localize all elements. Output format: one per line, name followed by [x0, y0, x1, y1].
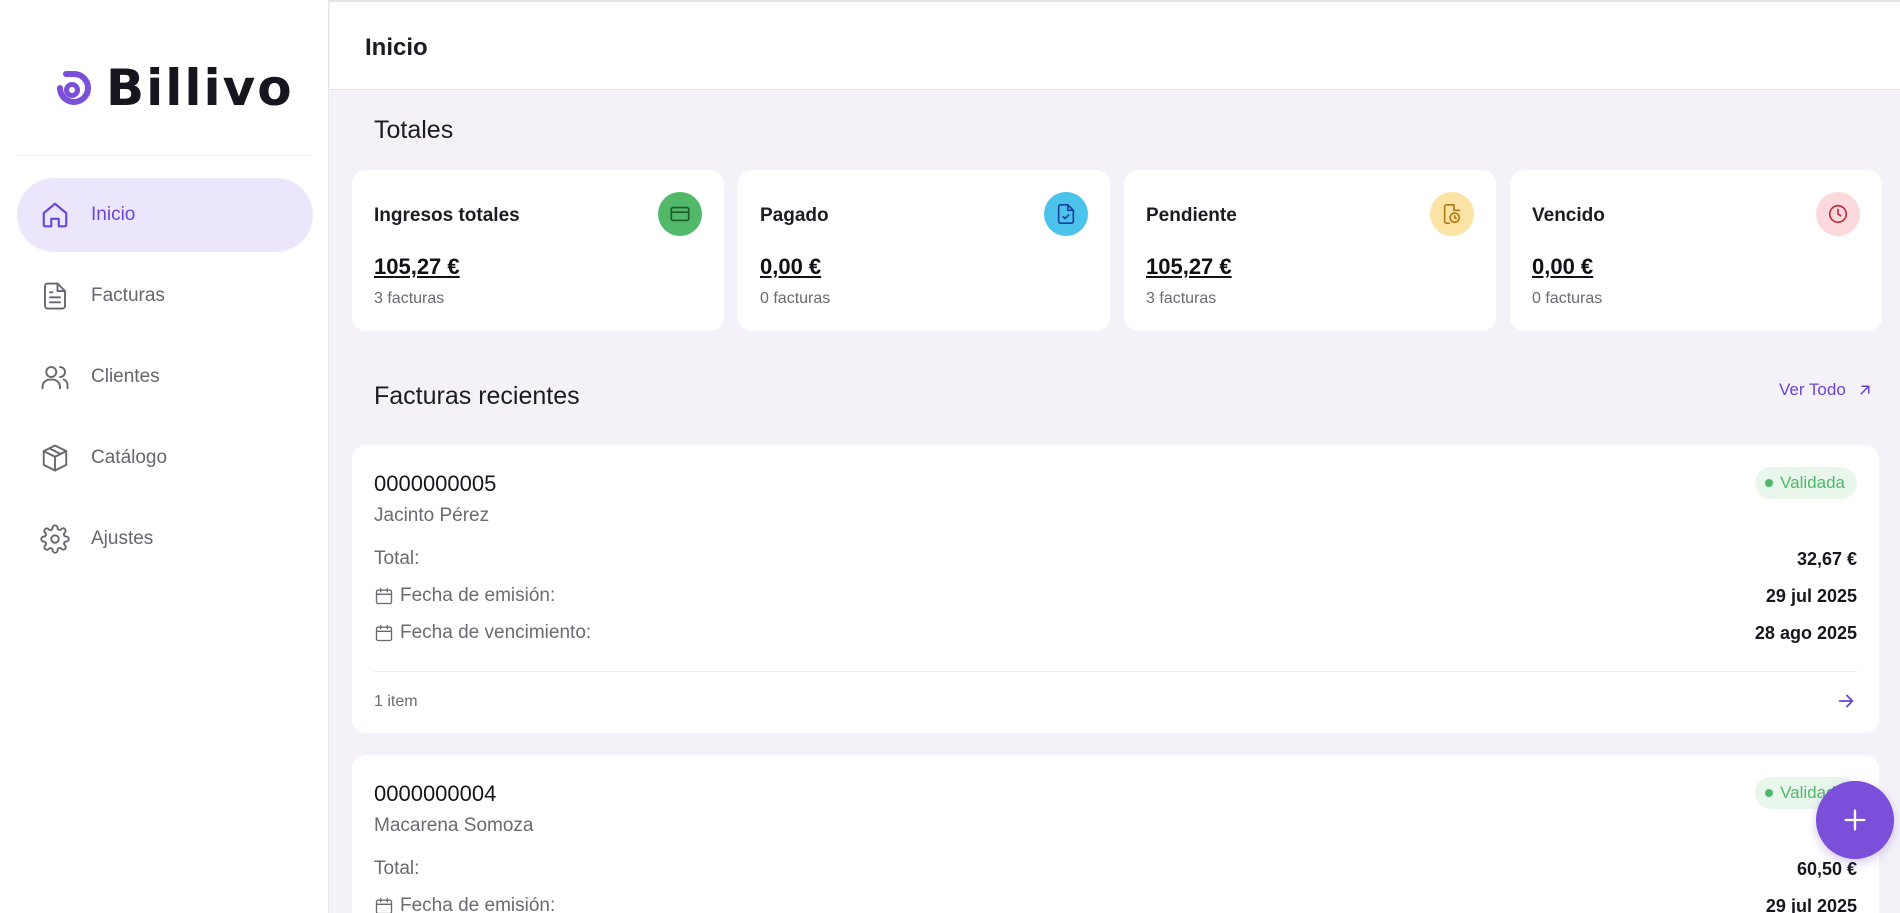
issue-date-value: 29 jul 2025 [1765, 585, 1857, 606]
status-dot [1765, 479, 1774, 487]
recent-invoices-title: Facturas recientes [374, 382, 580, 410]
brand-logo[interactable]: Billivo [48, 58, 294, 118]
totals-title: Totales [374, 116, 454, 144]
sidebar-item-label: Inicio [91, 204, 136, 225]
clock-icon [1816, 192, 1860, 236]
due-date-label: Fecha de vencimiento: [400, 622, 592, 643]
calendar-icon [375, 587, 393, 605]
credit-card-icon [658, 192, 702, 236]
invoice-client: Macarena Somoza [374, 815, 534, 836]
total-card-pendiente[interactable]: Pendiente 105,27 € 3 facturas [1124, 170, 1496, 331]
sidebar-nav: Inicio Facturas Clientes Catálogo Ajuste… [17, 178, 313, 583]
card-title: Vencido [1532, 205, 1605, 226]
issue-date-label: Fecha de emisión: [400, 895, 556, 913]
total-card-ingresos[interactable]: Ingresos totales 105,27 € 3 facturas [352, 170, 724, 331]
card-amount: 105,27 € [1146, 254, 1232, 279]
total-label: Total: [374, 858, 420, 879]
invoice-total-row: Total: 60,50 € [374, 856, 1857, 882]
users-icon [39, 361, 71, 393]
plus-icon [1844, 809, 1866, 831]
sidebar-item-inicio[interactable]: Inicio [17, 178, 313, 252]
card-amount: 0,00 € [1532, 254, 1594, 279]
gear-icon [39, 523, 71, 555]
totals-cards: Ingresos totales 105,27 € 3 facturas Pag… [352, 170, 1882, 331]
status-dot [1765, 789, 1774, 797]
sidebar-divider [16, 155, 313, 156]
total-card-vencido[interactable]: Vencido 0,00 € 0 facturas [1510, 170, 1882, 331]
new-invoice-fab[interactable] [1816, 781, 1894, 859]
sidebar-item-label: Clientes [91, 366, 160, 387]
invoice-total-row: Total: 32,67 € [374, 546, 1857, 572]
invoice-client: Jacinto Pérez [374, 505, 490, 526]
see-all-label: Ver Todo [1779, 380, 1846, 399]
total-label: Total: [374, 548, 420, 569]
page-title: Inicio [365, 34, 428, 61]
card-count: 0 facturas [1532, 290, 1603, 307]
status-badge: Validada [1755, 467, 1857, 499]
card-title: Ingresos totales [374, 205, 520, 226]
card-count: 0 facturas [760, 290, 831, 307]
file-text-icon [39, 280, 71, 312]
billivo-logo-icon [57, 71, 91, 105]
sidebar-item-facturas[interactable]: Facturas [17, 259, 313, 333]
see-all-link[interactable]: Ver Todo [1779, 380, 1874, 400]
sidebar-item-label: Ajustes [91, 528, 154, 549]
card-title: Pendiente [1146, 205, 1237, 226]
invoice-issue-row: Fecha de emisión: 29 jul 2025 [374, 893, 1857, 913]
brand-name: Billivo [106, 59, 294, 117]
card-amount: 0,00 € [760, 254, 822, 279]
invoice-number: 0000000004 [374, 781, 497, 806]
file-clock-icon [1430, 192, 1474, 236]
sidebar-item-clientes[interactable]: Clientes [17, 340, 313, 414]
total-card-pagado[interactable]: Pagado 0,00 € 0 facturas [738, 170, 1110, 331]
invoice-item-count: 1 item [374, 693, 418, 710]
home-icon [39, 199, 71, 231]
arrow-right-icon[interactable] [1835, 690, 1857, 712]
card-title: Pagado [760, 205, 829, 226]
file-check-icon [1044, 192, 1088, 236]
invoice-number: 0000000005 [374, 471, 497, 496]
box-icon [39, 442, 71, 474]
invoice-divider [374, 671, 1857, 672]
card-amount: 105,27 € [374, 254, 460, 279]
sidebar-item-ajustes[interactable]: Ajustes [17, 502, 313, 576]
invoice-issue-row: Fecha de emisión: 29 jul 2025 [374, 583, 1857, 609]
issue-date-label: Fecha de emisión: [400, 585, 556, 606]
status-label: Validada [1780, 473, 1845, 492]
card-count: 3 facturas [374, 290, 445, 307]
sidebar: Billivo Inicio Facturas Clientes Catálog… [0, 0, 329, 913]
card-count: 3 facturas [1146, 290, 1217, 307]
invoice-due-row: Fecha de vencimiento: 28 ago 2025 [374, 620, 1857, 646]
sidebar-item-label: Catálogo [91, 447, 168, 468]
invoice-card[interactable]: 0000000005 Jacinto Pérez Validada Total:… [352, 445, 1879, 733]
total-value: 32,67 € [1796, 548, 1857, 569]
issue-date-value: 29 jul 2025 [1765, 895, 1857, 913]
calendar-icon [375, 897, 393, 913]
arrow-up-right-icon [1860, 385, 1870, 395]
invoice-card[interactable]: 0000000004 Macarena Somoza Validada Tota… [352, 755, 1879, 913]
calendar-icon [375, 624, 393, 642]
sidebar-item-label: Facturas [91, 285, 165, 306]
total-value: 60,50 € [1796, 858, 1857, 879]
sidebar-item-catalogo[interactable]: Catálogo [17, 421, 313, 495]
due-date-value: 28 ago 2025 [1754, 622, 1857, 643]
page-header: Inicio [330, 2, 1900, 90]
